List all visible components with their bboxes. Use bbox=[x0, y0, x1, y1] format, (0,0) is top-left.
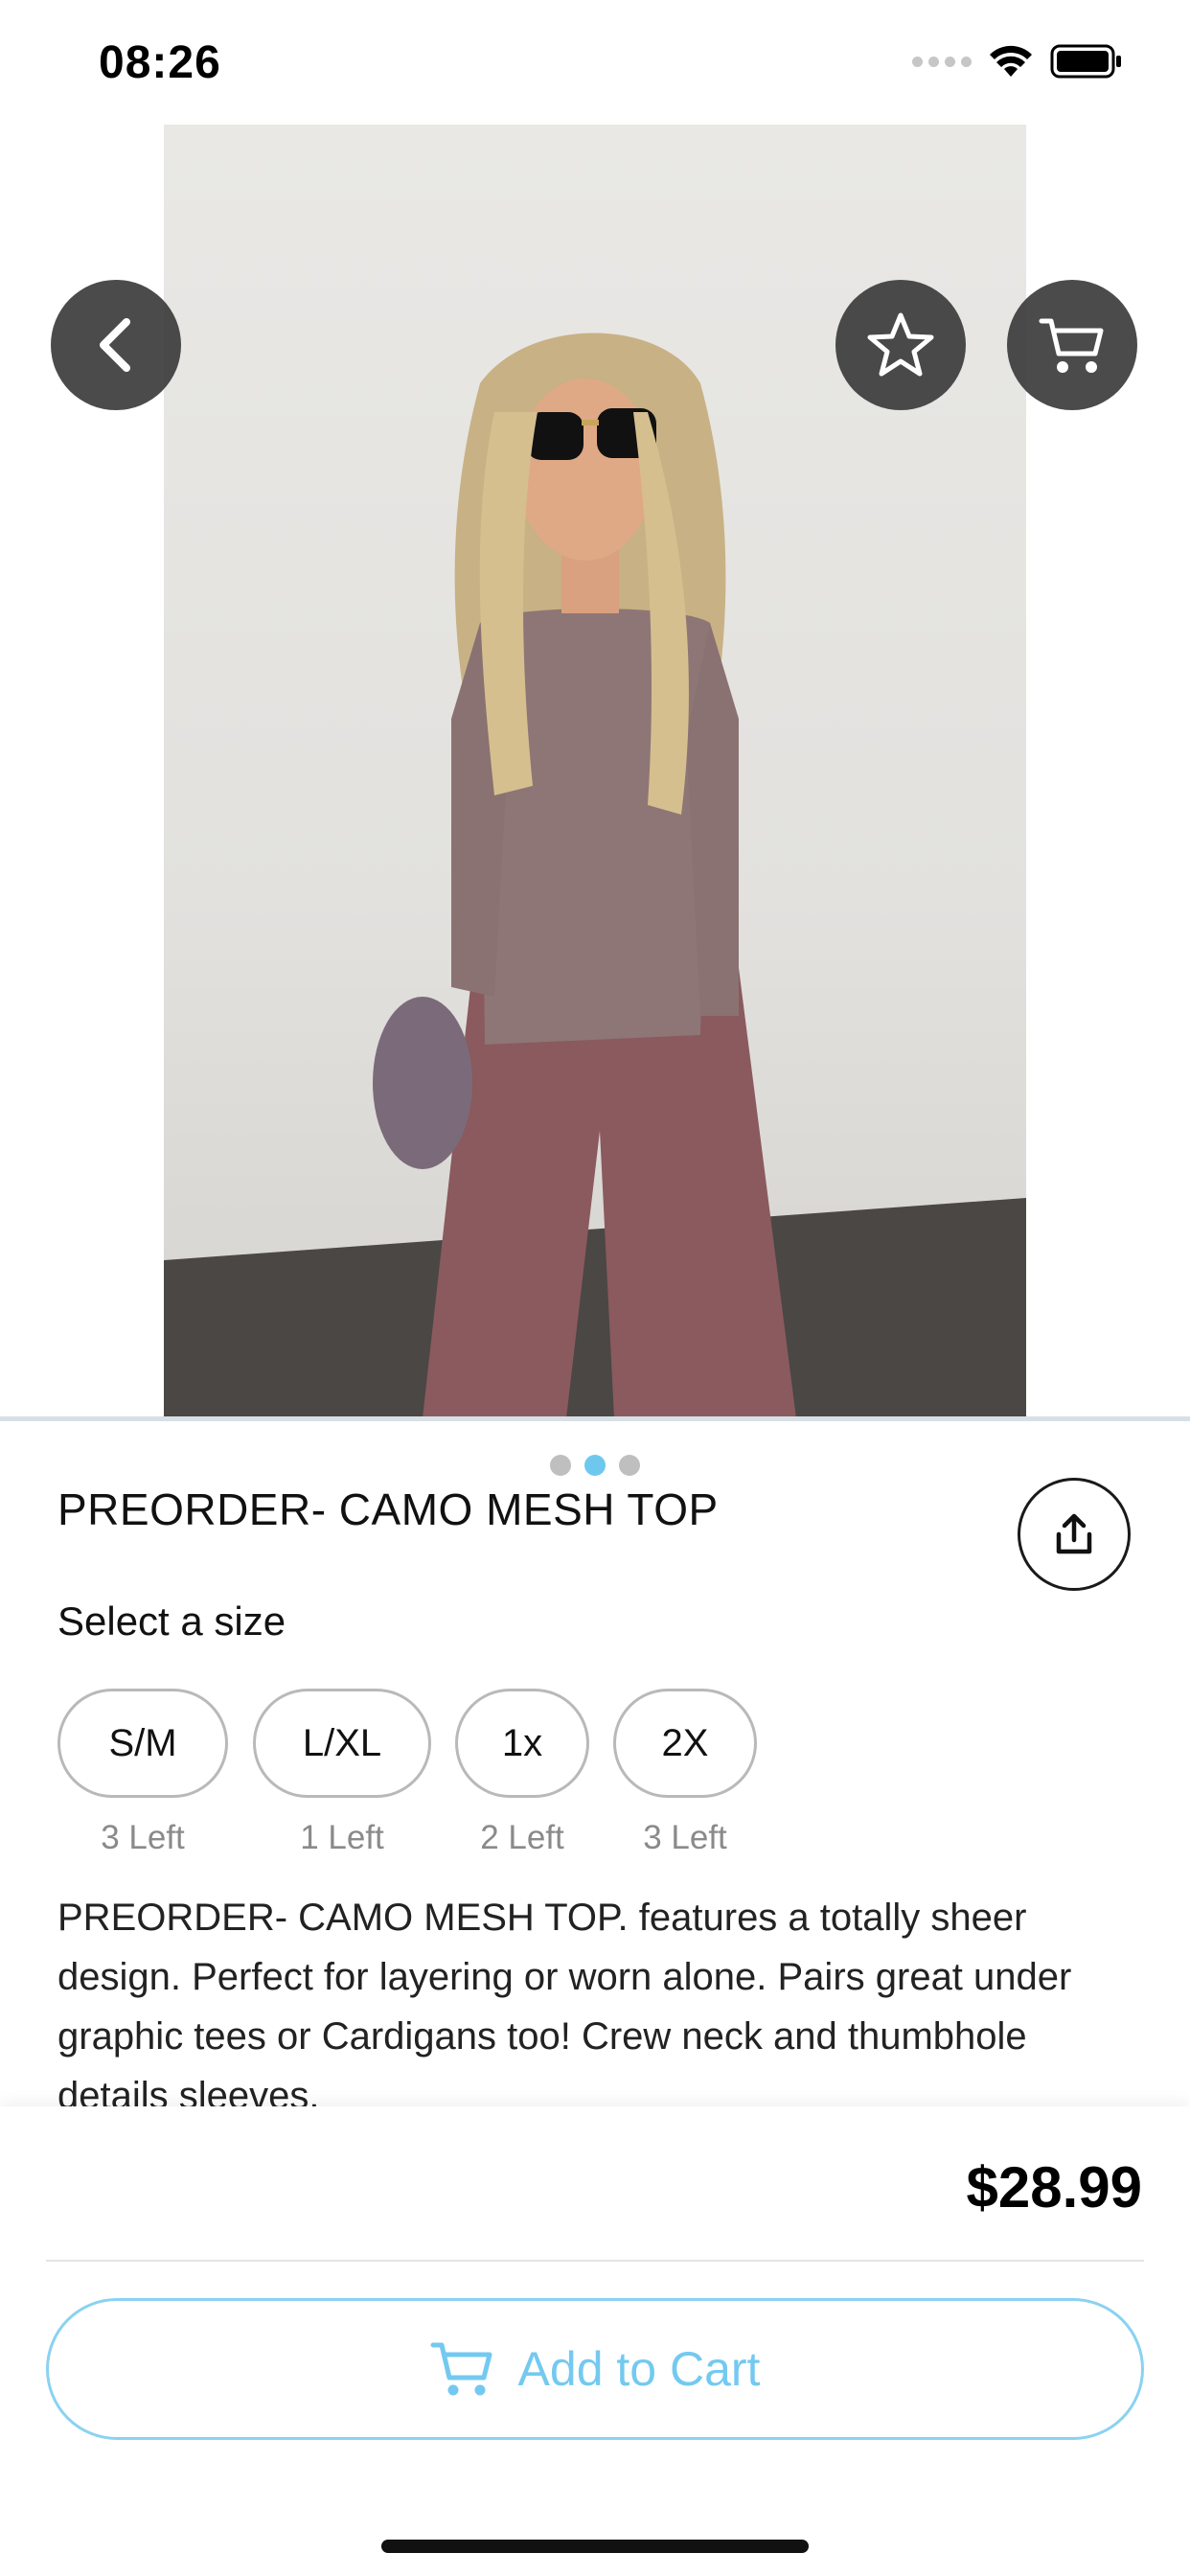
signal-icon bbox=[912, 56, 972, 67]
status-bar: 08:26 bbox=[0, 0, 1190, 125]
checkout-panel: $28.99 Add to Cart bbox=[0, 2106, 1190, 2576]
size-prompt: Select a size bbox=[57, 1598, 286, 1644]
cart-icon bbox=[430, 2342, 492, 2396]
product-title: PREORDER- CAMO MESH TOP bbox=[57, 1484, 719, 1534]
checkout-divider bbox=[46, 2260, 1144, 2262]
share-icon bbox=[1056, 1513, 1092, 1554]
home-indicator[interactable] bbox=[381, 2540, 809, 2553]
back-button[interactable] bbox=[51, 280, 181, 410]
size-option-1x[interactable]: 1x bbox=[455, 1689, 589, 1798]
add-to-cart-button[interactable]: Add to Cart bbox=[46, 2298, 1144, 2440]
status-icons bbox=[912, 44, 1123, 79]
size-stock-2x: 3 Left bbox=[643, 1819, 727, 1856]
cart-button[interactable] bbox=[1007, 280, 1137, 410]
size-option-2x[interactable]: 2X bbox=[613, 1689, 757, 1798]
favorite-button[interactable] bbox=[835, 280, 966, 410]
back-chevron-icon bbox=[100, 318, 130, 372]
add-to-cart-label: Add to Cart bbox=[517, 2342, 761, 2396]
size-option-lxl[interactable]: L/XL bbox=[253, 1689, 431, 1798]
size-stock-sm: 3 Left bbox=[101, 1819, 185, 1856]
star-icon bbox=[867, 312, 934, 377]
pager-dot[interactable] bbox=[550, 1455, 571, 1476]
size-stock-lxl: 1 Left bbox=[300, 1819, 384, 1856]
wifi-icon bbox=[990, 45, 1032, 77]
pager-dot[interactable] bbox=[619, 1455, 640, 1476]
hero-divider bbox=[0, 1416, 1190, 1421]
share-button[interactable] bbox=[1018, 1478, 1131, 1591]
size-stock-1x: 2 Left bbox=[480, 1819, 564, 1856]
product-price: $28.99 bbox=[966, 2155, 1142, 2220]
product-description: PREORDER- CAMO MESH TOP. features a tota… bbox=[57, 1897, 1072, 2108]
battery-icon bbox=[1050, 44, 1121, 79]
pager-dot-active[interactable] bbox=[584, 1455, 606, 1476]
size-option-sm[interactable]: S/M bbox=[57, 1689, 228, 1798]
product-image-carousel[interactable] bbox=[0, 125, 1190, 1497]
status-time: 08:26 bbox=[99, 37, 221, 88]
cart-icon bbox=[1039, 318, 1104, 373]
